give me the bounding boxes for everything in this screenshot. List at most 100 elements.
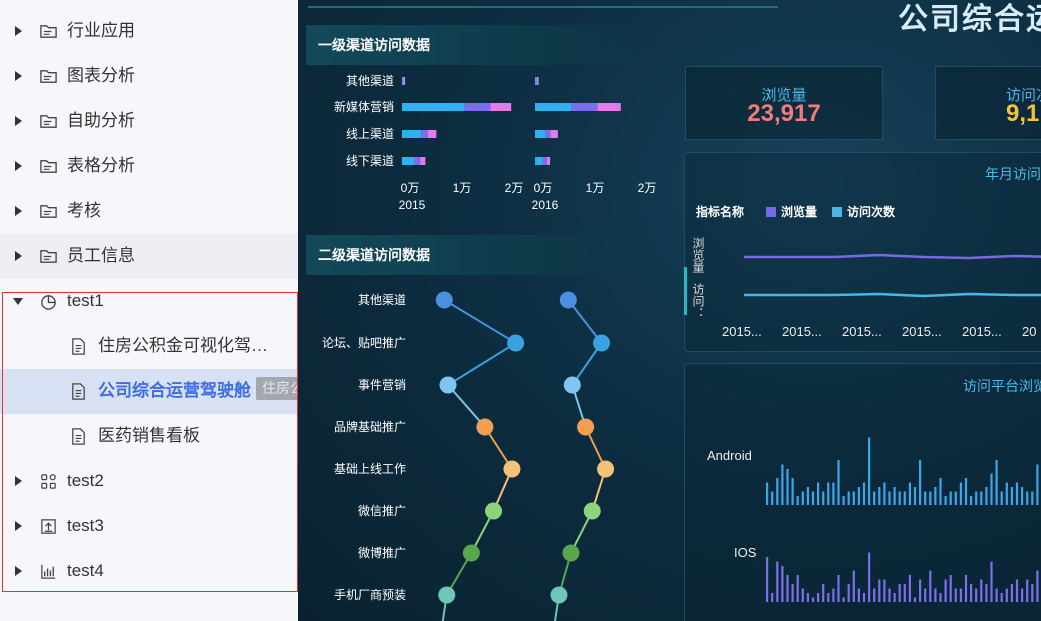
- bar: [546, 157, 551, 165]
- bar: [428, 130, 437, 138]
- spike-bar: [1015, 579, 1019, 602]
- spike-bar: [924, 588, 927, 602]
- spike-bar: [888, 491, 891, 505]
- y-tick-label: 其他渠道: [358, 293, 406, 307]
- sidebar-item-test4[interactable]: test4: [0, 549, 298, 594]
- bar: [464, 103, 491, 111]
- caret-right-icon[interactable]: [15, 161, 22, 171]
- sidebar-item-test2[interactable]: test2: [0, 459, 298, 504]
- bar: [420, 157, 426, 165]
- sidebar-item-3[interactable]: 自助分析: [0, 99, 298, 144]
- caret-down-icon[interactable]: [13, 298, 23, 305]
- spike-bar: [919, 579, 922, 602]
- sidebar-item-5[interactable]: 考核: [0, 189, 298, 234]
- sidebar-item-test3[interactable]: test3: [0, 504, 298, 549]
- spike-bar: [862, 593, 866, 602]
- sidebar-item-2[interactable]: 图表分析: [0, 54, 298, 99]
- spike-bar: [898, 491, 901, 505]
- data-point: [507, 334, 525, 352]
- platform-title: 访问平台浏览: [963, 378, 1041, 394]
- y-tick-label: 微博推广: [358, 545, 406, 560]
- spike-bar: [873, 491, 876, 505]
- spike-bar: [1005, 482, 1008, 505]
- caret-right-icon[interactable]: [15, 71, 22, 81]
- spike-bar: [970, 496, 973, 505]
- folder-icon: [39, 67, 58, 86]
- caret-right-icon[interactable]: [15, 566, 22, 576]
- bar: [421, 130, 428, 138]
- spike-bar: [862, 482, 866, 505]
- caret-right-icon[interactable]: [15, 206, 22, 216]
- caret-right-icon[interactable]: [15, 251, 22, 261]
- spike-bar: [1005, 588, 1008, 602]
- kpi-visits: 访问次 9,1: [935, 66, 1041, 140]
- spike-bar: [771, 593, 774, 602]
- spike-bar: [1021, 588, 1024, 602]
- y-tick-label: 微信推广: [358, 504, 406, 518]
- sidebar-child-3[interactable]: 医药销售看板: [0, 414, 298, 459]
- bar: [403, 77, 406, 85]
- spike-bar: [959, 482, 962, 505]
- x-tick-label: 2015...: [722, 324, 762, 339]
- legend-swatch: [832, 207, 842, 217]
- caret-right-icon[interactable]: [15, 476, 22, 486]
- sidebar-item-label: 公司综合运营驾驶舱: [98, 381, 251, 400]
- data-point: [485, 502, 502, 520]
- spike-bar: [949, 575, 952, 602]
- sidebar-child-1[interactable]: 住房公积金可视化驾…: [0, 324, 298, 369]
- data-point: [550, 586, 568, 604]
- spike-bar: [842, 496, 845, 505]
- sidebar: 行业应用图表分析 自助分析 表格分析 考核 员工信息 test1 住房公积金可视化驾… 公司综…: [0, 0, 298, 621]
- spike-bar: [1010, 584, 1013, 602]
- kpi-views-value: 23,917: [747, 100, 821, 127]
- x-tick-label: 2015...: [842, 324, 882, 339]
- spike-bar: [776, 561, 779, 602]
- sidebar-item-4[interactable]: 表格分析: [0, 144, 298, 189]
- folder-icon: [39, 22, 58, 41]
- bar-chart-icon: [39, 562, 58, 581]
- platform-chart: Android IOS: [707, 437, 1039, 602]
- series-line-segment: [447, 342, 517, 386]
- legend-title: 指标名称: [696, 204, 744, 219]
- panel2-title: 二级渠道访问数据: [306, 235, 666, 275]
- spike-bar: [919, 460, 922, 505]
- y-tick-label: 其他渠道: [346, 74, 394, 88]
- caret-right-icon[interactable]: [15, 521, 22, 531]
- spike-bar: [842, 597, 845, 602]
- spike-bar: [806, 487, 809, 505]
- spike-bar: [832, 588, 835, 602]
- document-icon: [69, 382, 88, 401]
- y-tick-label: 线下渠道: [346, 154, 394, 168]
- x-tick-label: 0万: [534, 181, 553, 195]
- series-line-segment: [443, 299, 517, 344]
- sidebar-item-label: 行业应用: [67, 21, 135, 40]
- spike-bar: [970, 584, 973, 602]
- bar: [571, 103, 598, 111]
- sidebar-item-test1[interactable]: test1: [0, 279, 298, 324]
- sidebar-item-1[interactable]: 行业应用: [0, 9, 298, 54]
- x-tick-label: 2万: [505, 181, 524, 195]
- row-label: Android: [707, 448, 752, 463]
- spike-bar: [949, 491, 952, 505]
- data-point: [563, 376, 581, 394]
- sidebar-item-label: 医药销售看板: [98, 426, 200, 445]
- sidebar-child-2[interactable]: 公司综合运营驾驶舱: [0, 369, 298, 414]
- spike-bar: [995, 588, 998, 602]
- spike-bar: [913, 487, 917, 505]
- spike-bar: [817, 482, 820, 505]
- caret-right-icon[interactable]: [15, 26, 22, 36]
- spike-bar: [1036, 464, 1039, 505]
- spike-bar: [827, 482, 830, 505]
- spike-bar: [776, 478, 779, 505]
- sidebar-item-6[interactable]: 员工信息: [0, 234, 298, 279]
- spike-bar: [975, 588, 978, 602]
- bar: [402, 157, 414, 165]
- bar: [490, 103, 512, 111]
- trend-line: [744, 253, 1041, 260]
- document-icon: [69, 427, 88, 446]
- caret-right-icon[interactable]: [15, 116, 22, 126]
- spike-bar: [857, 588, 860, 602]
- dashboard-preview: 公司综合运 一级渠道访问数据 其他渠道新媒体营销线上渠道线下渠道0万1万2万20…: [298, 0, 1041, 621]
- panel1-title: 一级渠道访问数据: [306, 25, 666, 65]
- bar: [535, 130, 546, 138]
